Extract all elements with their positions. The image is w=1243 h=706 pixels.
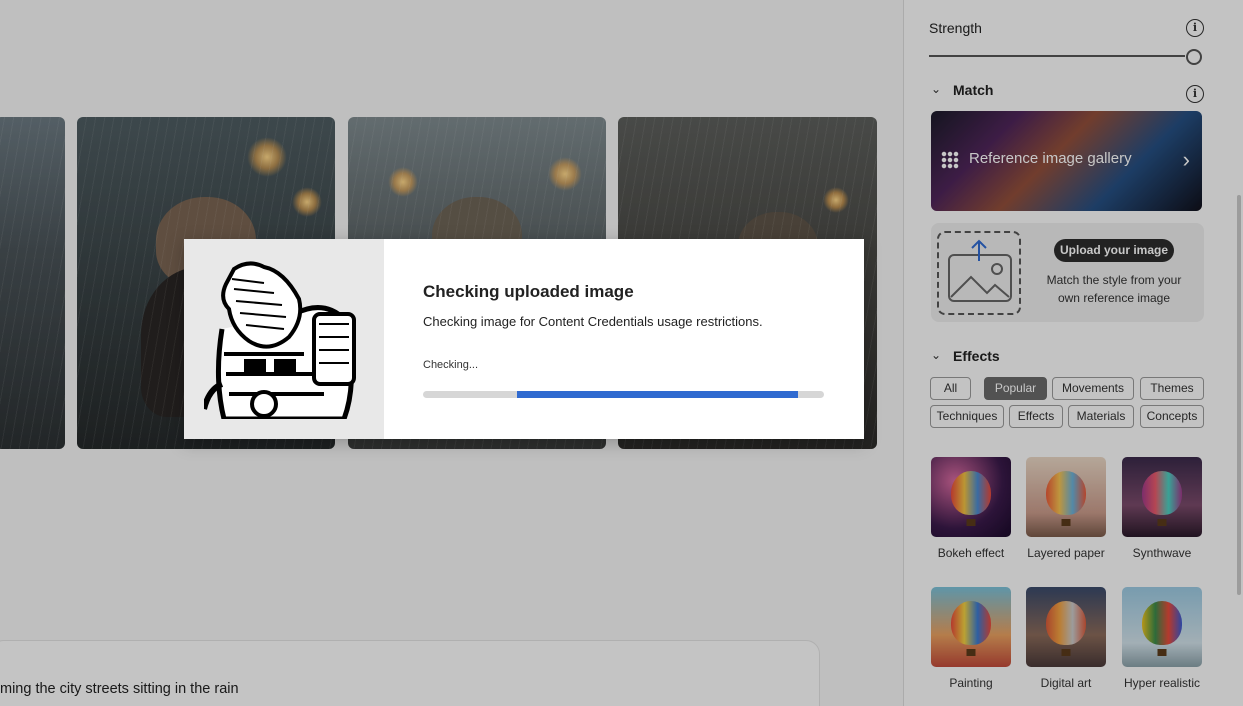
dialog-title: Checking uploaded image <box>423 282 634 301</box>
progress-bar <box>423 391 824 398</box>
progress-status: Checking... <box>423 359 479 371</box>
checking-dialog: Checking uploaded image Checking image f… <box>184 239 864 439</box>
astronaut-bear-image <box>204 261 356 419</box>
progress-fill <box>517 391 798 398</box>
dialog-description: Checking image for Content Credentials u… <box>423 314 763 329</box>
uploaded-image-preview <box>184 239 384 439</box>
